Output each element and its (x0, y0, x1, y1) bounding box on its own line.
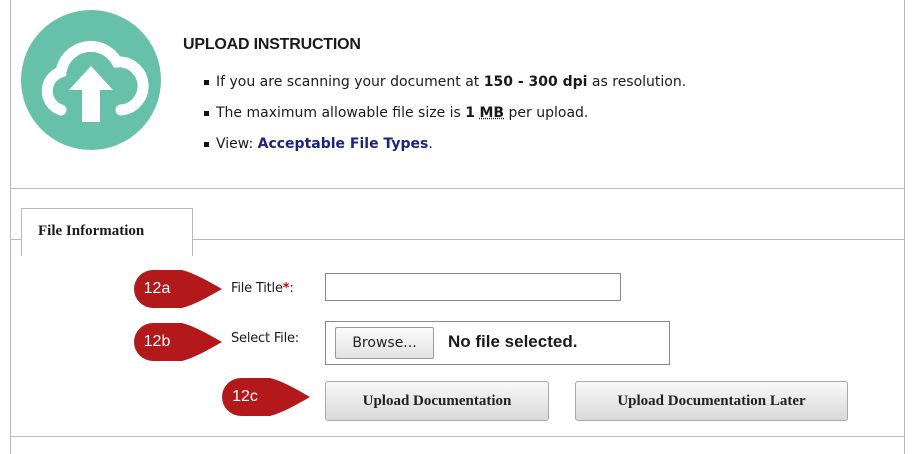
size-limit-number: 1 (465, 105, 476, 121)
file-status: No file selected. (448, 332, 578, 351)
file-title-label: File Title*: (231, 281, 294, 296)
tab-baseline (193, 239, 905, 240)
select-file-label: Select File: (231, 331, 299, 346)
size-unit: MB (479, 105, 505, 121)
instruction-item-file-types: View: Acceptable File Types. (203, 132, 686, 163)
tab-baseline-left (10, 239, 21, 240)
section-divider (10, 188, 905, 189)
step-label-12c: 12c (232, 388, 258, 405)
upload-instruction-title: UPLOAD INSTRUCTION (183, 36, 361, 53)
instruction-item-file-size: The maximum allowable file size is 1 MB … (203, 101, 686, 132)
step-marker-12a: 12a (134, 270, 224, 308)
dpi-range: 150 - 300 dpi (483, 74, 588, 90)
browse-button[interactable]: Browse... (335, 327, 434, 359)
bottom-divider (10, 436, 905, 437)
step-label-12a: 12a (143, 280, 171, 297)
acceptable-file-types-link[interactable]: Acceptable File Types (258, 136, 429, 152)
instruction-list: If you are scanning your document at 150… (203, 70, 686, 163)
file-title-input[interactable] (325, 273, 621, 301)
cloud-upload-icon (21, 10, 161, 150)
tab-file-information[interactable]: File Information (21, 208, 193, 256)
step-marker-12b: 12b (134, 323, 224, 361)
upload-documentation-later-button[interactable]: Upload Documentation Later (575, 381, 848, 421)
instruction-item-resolution: If you are scanning your document at 150… (203, 70, 686, 101)
step-marker-12c: 12c (222, 378, 312, 416)
upload-documentation-button[interactable]: Upload Documentation (325, 381, 549, 421)
step-label-12b: 12b (143, 333, 171, 350)
